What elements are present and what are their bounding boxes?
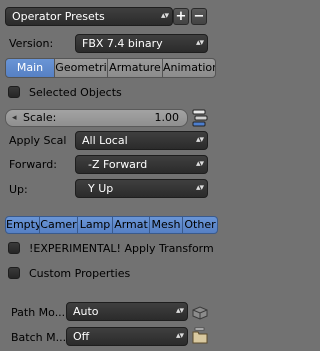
forward-value: -Z Forward [88, 158, 148, 171]
batch-mode-dropdown[interactable]: Off ▴▾ [66, 327, 188, 346]
batch-mode-label: Batch M... [11, 331, 67, 344]
apply-scale-label: Apply Scal [9, 134, 67, 147]
dropdown-arrows-icon: ▴▾ [175, 306, 184, 316]
dropdown-arrows-icon: ▴▾ [195, 159, 204, 169]
dropdown-arrows-icon: ▴▾ [195, 183, 204, 193]
selected-objects-checkbox[interactable] [8, 86, 20, 98]
version-dropdown[interactable]: FBX 7.4 binary ▴▾ [75, 34, 208, 53]
forward-label: Forward: [9, 158, 57, 171]
scale-label: Scale: [23, 111, 57, 124]
path-mode-label: Path Mo... [11, 306, 66, 319]
operator-presets-label: Operator Presets [12, 10, 105, 23]
dropdown-arrows-icon: ▴▾ [195, 38, 204, 48]
version-label: Version: [9, 37, 54, 50]
toggle-mesh[interactable]: Mesh [150, 216, 183, 234]
toggle-other[interactable]: Other [183, 216, 218, 234]
folder-icon[interactable] [191, 326, 209, 346]
tab-geometry[interactable]: Geometri [55, 58, 108, 78]
up-value: Y Up [88, 182, 114, 195]
apply-scale-value: All Local [82, 134, 128, 147]
tab-bar: Main Geometri Armature Animation [5, 58, 216, 78]
scale-options-icon[interactable] [191, 108, 209, 128]
up-label: Up: [9, 183, 28, 196]
tab-animation[interactable]: Animation [163, 58, 216, 78]
tab-armature[interactable]: Armature [108, 58, 163, 78]
apply-transform-checkbox[interactable] [8, 242, 20, 254]
dropdown-arrows-icon: ▴▾ [175, 331, 184, 341]
dropdown-arrows-icon: ▴▾ [195, 135, 204, 145]
object-types-toggle-row: Empty Camer Lamp Armat Mesh Other [5, 216, 218, 234]
decrement-arrow-icon[interactable]: ◂ [12, 110, 17, 126]
tab-main[interactable]: Main [5, 58, 55, 78]
apply-transform-label: !EXPERIMENTAL! Apply Transform [29, 242, 214, 255]
scale-value: 1.00 [154, 111, 180, 124]
up-dropdown[interactable]: Y Up ▴▾ [75, 179, 208, 198]
package-icon[interactable] [191, 303, 209, 321]
batch-mode-value: Off [73, 330, 90, 343]
version-value: FBX 7.4 binary [82, 37, 163, 50]
toggle-armature[interactable]: Armat [113, 216, 150, 234]
path-mode-value: Auto [73, 305, 99, 318]
add-preset-button[interactable]: + [173, 8, 189, 25]
path-mode-dropdown[interactable]: Auto ▴▾ [66, 302, 188, 321]
forward-dropdown[interactable]: -Z Forward ▴▾ [75, 155, 208, 174]
remove-preset-button[interactable]: − [191, 8, 207, 25]
apply-scale-dropdown[interactable]: All Local ▴▾ [75, 131, 208, 150]
plus-icon: + [175, 9, 187, 24]
toggle-camera[interactable]: Camer [40, 216, 78, 234]
toggle-lamp[interactable]: Lamp [78, 216, 113, 234]
operator-presets-dropdown[interactable]: Operator Presets ▴▾ [5, 7, 173, 26]
dropdown-arrows-icon: ▴▾ [160, 11, 169, 21]
scale-field[interactable]: ◂ Scale: 1.00 [5, 109, 188, 127]
selected-objects-label: Selected Objects [29, 86, 122, 99]
custom-properties-checkbox[interactable] [8, 267, 20, 279]
minus-icon: − [193, 9, 205, 24]
toggle-empty[interactable]: Empty [5, 216, 40, 234]
custom-properties-label: Custom Properties [29, 267, 131, 280]
